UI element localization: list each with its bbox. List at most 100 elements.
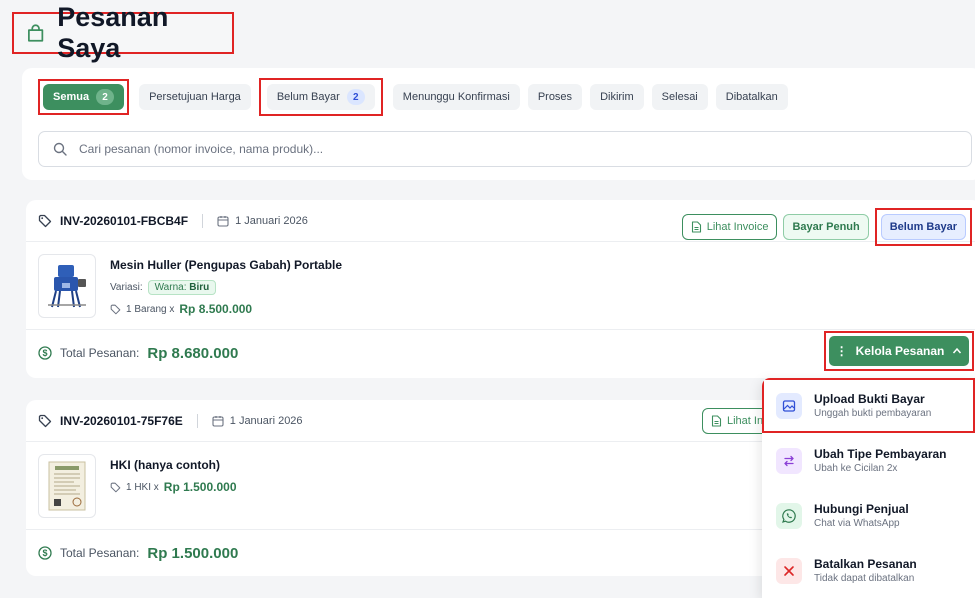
order-date: 1 Januari 2026: [229, 414, 303, 427]
status-tabs: Semua 2 Persetujuan Harga Belum Bayar 2 …: [38, 78, 796, 116]
divider: [202, 213, 204, 228]
variant-key: Warna:: [154, 282, 187, 293]
product-image[interactable]: [38, 454, 96, 518]
highlight-tab-semua: Semua 2: [38, 79, 130, 115]
tab-belum-bayar[interactable]: Belum Bayar 2: [266, 84, 375, 110]
svg-text:$: $: [42, 548, 47, 558]
menu-item-subtitle: Unggah bukti pembayaran: [814, 408, 932, 419]
tab-dikirim[interactable]: Dikirim: [590, 84, 644, 110]
invoice-number: INV-20260101-FBCB4F: [60, 213, 189, 228]
certificate-document-image: [48, 461, 86, 511]
close-icon: [776, 557, 802, 584]
page-header: Pesanan Saya: [12, 2, 234, 63]
order-date: 1 Januari 2026: [235, 214, 308, 227]
view-invoice-button[interactable]: Lihat Invoice: [681, 214, 778, 240]
product-name[interactable]: HKI (hanya contoh): [110, 458, 220, 472]
page-title: Pesanan Saya: [57, 2, 169, 63]
tag-icon: [110, 304, 121, 314]
product-quantity: 1 Barang x Rp 8.500.000: [110, 302, 252, 316]
view-invoice-label: Lihat Invoice: [706, 221, 769, 233]
huller-machine-image: [48, 265, 86, 308]
total-label: Total Pesanan:: [60, 546, 140, 560]
search-icon: [53, 142, 67, 156]
order-header: INV-20260101-FBCB4F 1 Januari 2026 Lihat…: [26, 200, 975, 246]
svg-text:$: $: [42, 348, 47, 358]
menu-item-title: Ubah Tipe Pembayaran: [814, 447, 947, 461]
tab-label: Selesai: [661, 91, 698, 103]
order-total: Rp 1.500.000: [147, 544, 239, 562]
tab-label: Persetujuan Harga: [149, 91, 241, 103]
menu-item-title: Upload Bukti Bayar: [814, 392, 925, 406]
document-icon: [691, 221, 701, 233]
image-icon: [776, 392, 802, 419]
highlight-tab-belum-bayar: Belum Bayar 2: [258, 78, 383, 116]
money-circle-icon: $: [38, 346, 52, 360]
product-variant: Variasi: Warna: Biru: [110, 280, 217, 295]
menu-item-text: Ubah Tipe Pembayaran Ubah ke Cicilan 2x: [814, 447, 947, 474]
tag-icon: [38, 214, 52, 227]
menu-item-subtitle: Ubah ke Cicilan 2x: [814, 463, 898, 474]
shopping-bag-icon: [28, 24, 44, 42]
invoice-number: INV-20260101-75F76E: [60, 413, 183, 428]
tab-selesai[interactable]: Selesai: [651, 84, 708, 110]
view-invoice-label: Lihat In: [727, 415, 764, 427]
quantity-text: 1 Barang x: [126, 303, 175, 315]
tab-persetujuan-harga[interactable]: Persetujuan Harga: [139, 84, 251, 110]
chevron-up-icon: [953, 347, 962, 354]
menu-item-change-payment-type[interactable]: Ubah Tipe Pembayaran Ubah ke Cicilan 2x: [762, 433, 975, 488]
menu-item-cancel-order[interactable]: Batalkan Pesanan Tidak dapat dibatalkan: [762, 543, 975, 598]
swap-icon: [776, 447, 802, 474]
tab-count-badge: 2: [96, 89, 115, 105]
payment-type-badge: Bayar Penuh: [783, 214, 869, 240]
tab-label: Dibatalkan: [725, 91, 778, 103]
more-vertical-icon: ⋮: [835, 344, 848, 358]
highlight-status: Belum Bayar: [874, 208, 972, 246]
menu-item-subtitle: Chat via WhatsApp: [814, 518, 900, 529]
unit-price: Rp 1.500.000: [163, 480, 237, 494]
calendar-icon: [217, 215, 229, 227]
whatsapp-icon: [776, 502, 802, 529]
tab-label: Proses: [537, 91, 573, 103]
quantity-text: 1 HKI x: [126, 481, 159, 493]
manage-order-button[interactable]: ⋮ Kelola Pesanan: [829, 336, 969, 366]
manage-order-label: Kelola Pesanan: [855, 344, 945, 358]
variant-value: Biru: [189, 282, 210, 293]
document-icon: [711, 415, 722, 427]
tab-count-badge: 2: [346, 89, 365, 105]
menu-item-title: Hubungi Penjual: [814, 502, 909, 516]
variant-label: Variasi:: [110, 282, 143, 293]
divider: [196, 413, 198, 428]
search-input[interactable]: [79, 142, 779, 156]
tab-semua[interactable]: Semua 2: [43, 84, 125, 110]
status-badge: Belum Bayar: [880, 214, 966, 240]
highlight-manage-button: ⋮ Kelola Pesanan: [824, 331, 974, 371]
tab-proses[interactable]: Proses: [527, 84, 583, 110]
variant-chip: Warna: Biru: [147, 280, 217, 295]
calendar-icon: [212, 415, 224, 427]
tab-label: Semua: [53, 91, 90, 103]
product-quantity: 1 HKI x Rp 1.500.000: [110, 480, 237, 494]
tab-label: Menunggu Konfirmasi: [402, 91, 510, 103]
tab-dibatalkan[interactable]: Dibatalkan: [715, 84, 788, 110]
menu-item-text: Hubungi Penjual Chat via WhatsApp: [814, 502, 909, 529]
menu-item-subtitle: Tidak dapat dibatalkan: [814, 573, 915, 584]
money-circle-icon: $: [38, 546, 52, 560]
tag-icon: [38, 414, 52, 427]
unit-price: Rp 8.500.000: [179, 302, 253, 316]
order-item: Mesin Huller (Pengupas Gabah) Portable V…: [26, 242, 975, 330]
total-label: Total Pesanan:: [60, 346, 140, 360]
tab-label: Belum Bayar: [276, 91, 340, 103]
tab-menunggu-konfirmasi[interactable]: Menunggu Konfirmasi: [392, 84, 520, 110]
order-total: Rp 8.680.000: [147, 344, 239, 362]
filter-card: Semua 2 Persetujuan Harga Belum Bayar 2 …: [22, 68, 975, 180]
menu-item-contact-seller[interactable]: Hubungi Penjual Chat via WhatsApp: [762, 488, 975, 543]
product-image[interactable]: [38, 254, 96, 318]
menu-item-upload-payment-proof[interactable]: Upload Bukti Bayar Unggah bukti pembayar…: [762, 378, 975, 433]
search-box: [38, 131, 972, 167]
product-name[interactable]: Mesin Huller (Pengupas Gabah) Portable: [110, 258, 342, 272]
tab-label: Dikirim: [600, 91, 634, 103]
order-actions: Lihat Invoice Bayar Penuh Belum Bayar: [681, 208, 972, 246]
menu-item-title: Batalkan Pesanan: [814, 557, 917, 571]
menu-item-text: Upload Bukti Bayar Unggah bukti pembayar…: [814, 392, 931, 419]
tag-icon: [110, 482, 121, 492]
